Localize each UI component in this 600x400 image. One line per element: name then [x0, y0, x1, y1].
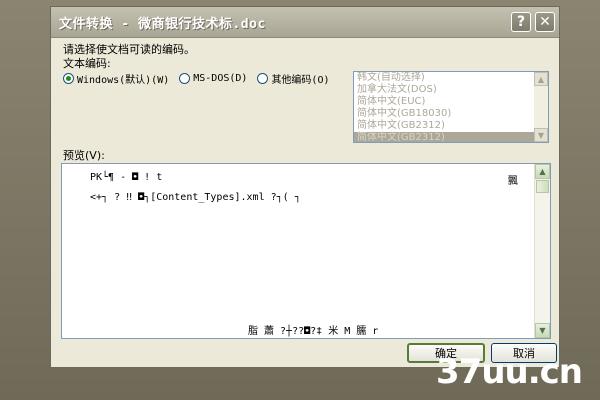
- encoding-item[interactable]: 加拿大法文(DOS): [354, 84, 534, 96]
- scroll-thumb[interactable]: [536, 180, 549, 193]
- radio-windows[interactable]: Windows(默认)(W): [63, 71, 169, 86]
- preview-label: 预览(V):: [63, 149, 105, 162]
- radio-windows-circle[interactable]: [63, 73, 74, 84]
- preview-glyph: 飄: [508, 176, 518, 187]
- radio-windows-label: Windows(默认)(W): [77, 75, 170, 86]
- scroll-up-icon[interactable]: ▲: [535, 164, 550, 179]
- radio-other-circle[interactable]: [257, 73, 269, 84]
- encoding-item[interactable]: 韩文(自动选择): [354, 72, 534, 84]
- radio-msdos-label: MS-DOS(D): [193, 73, 248, 84]
- window-title: 文件转换 - 微商银行技术标.doc: [59, 16, 266, 32]
- scroll-down-icon[interactable]: ▼: [535, 323, 550, 338]
- encoding-radio-group: Windows(默认)(W) MS-DOS(D) 其他编码(O): [63, 71, 340, 86]
- encoding-scrollbar[interactable]: ▲ ▼: [534, 72, 548, 142]
- watermark: 37uu.cn: [436, 352, 583, 392]
- encoding-item[interactable]: 简体中文(GB18030): [354, 108, 534, 120]
- file-conversion-dialog: 文件转换 - 微商银行技术标.doc ? ✕ 请选择使文档可读的编码。 文本编码…: [50, 6, 560, 368]
- encoding-item-selected[interactable]: 简体中文(GB2312): [354, 132, 534, 142]
- encoding-label: 文本编码:: [63, 57, 111, 70]
- help-button[interactable]: ?: [511, 12, 531, 32]
- radio-other[interactable]: 其他编码(O): [257, 71, 330, 86]
- radio-msdos[interactable]: MS-DOS(D): [179, 73, 247, 84]
- encoding-list: 韩文(自动选择) 加拿大法文(DOS) 简体中文(EUC) 简体中文(GB180…: [354, 72, 534, 142]
- encoding-item[interactable]: 简体中文(GB2312): [354, 120, 534, 132]
- close-button[interactable]: ✕: [535, 12, 555, 32]
- encoding-item[interactable]: 简体中文(EUC): [354, 96, 534, 108]
- title-bar[interactable]: 文件转换 - 微商银行技术标.doc ? ✕: [51, 7, 559, 38]
- scroll-down-icon[interactable]: ▼: [534, 128, 548, 142]
- preview-line: PK└¶ - ◘ ! t: [90, 172, 163, 183]
- preview-scrollbar[interactable]: ▲ ▼: [534, 164, 550, 338]
- preview-pane[interactable]: PK└¶ - ◘ ! t 飄 <+┐ ? ‼ ◘┐[Content_Types]…: [61, 163, 551, 339]
- preview-line: 脂 蕭 ?┼??◘?‡ 米 M 臑 r: [248, 326, 379, 337]
- preview-line: <+┐ ? ‼ ◘┐[Content_Types].xml ?┐( ┐: [90, 192, 301, 203]
- radio-other-label: 其他编码(O): [271, 75, 330, 86]
- radio-msdos-circle[interactable]: [179, 73, 191, 84]
- encoding-listbox[interactable]: 韩文(自动选择) 加拿大法文(DOS) 简体中文(EUC) 简体中文(GB180…: [353, 71, 549, 143]
- scroll-up-icon[interactable]: ▲: [534, 72, 548, 86]
